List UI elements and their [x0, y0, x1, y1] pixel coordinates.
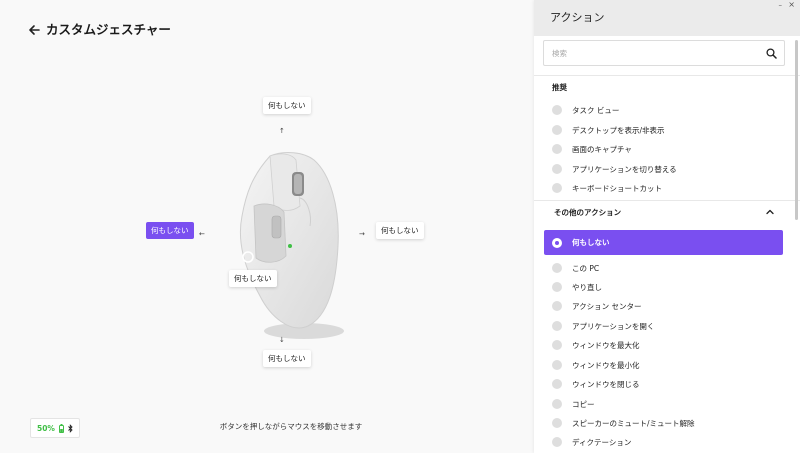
- radio-icon: [552, 282, 562, 292]
- scrollbar[interactable]: [795, 40, 798, 220]
- action-item-label: ウィンドウを最小化: [572, 360, 640, 370]
- action-item[interactable]: アプリケーションを切り替える: [548, 160, 784, 178]
- action-item-label: やり直し: [572, 282, 602, 292]
- radio-icon: [552, 125, 562, 135]
- search-input[interactable]: [544, 41, 754, 66]
- radio-selected-icon: [552, 237, 562, 248]
- arrow-left-icon: ←: [199, 230, 205, 238]
- panel-title: アクション: [550, 11, 605, 24]
- radio-icon: [552, 263, 562, 273]
- chevron-up-icon[interactable]: [765, 207, 775, 217]
- action-item-label: デスクトップを表示/非表示: [572, 125, 665, 135]
- divider: [534, 200, 800, 201]
- action-item-label: コピー: [572, 399, 595, 409]
- search-icon[interactable]: [766, 48, 777, 59]
- radio-icon: [552, 418, 562, 428]
- panel-header: アクション – ×: [534, 0, 800, 36]
- action-item-label: 画面のキャプチャ: [572, 144, 632, 154]
- search-box: [543, 40, 785, 66]
- action-item[interactable]: 画面のキャプチャ: [548, 140, 784, 158]
- action-item[interactable]: タスク ビュー: [548, 101, 784, 119]
- mouse-illustration: [239, 152, 344, 339]
- arrow-right-icon: →: [359, 230, 365, 238]
- radio-icon: [552, 321, 562, 331]
- action-item[interactable]: ウィンドウを閉じる: [548, 375, 784, 393]
- radio-icon: [552, 183, 562, 193]
- action-item-label: スピーカーのミュート/ミュート解除: [572, 418, 695, 428]
- radio-icon: [552, 379, 562, 389]
- back-arrow-icon[interactable]: [26, 22, 42, 38]
- divider: [534, 75, 800, 76]
- action-item-label: ウィンドウを閉じる: [572, 379, 640, 389]
- radio-icon: [552, 301, 562, 311]
- gesture-left-button[interactable]: 何もしない: [146, 222, 194, 239]
- action-item-label: アプリケーションを開く: [572, 321, 655, 331]
- action-item[interactable]: アプリケーションを開く: [548, 317, 784, 335]
- action-item[interactable]: コピー: [548, 395, 784, 413]
- action-item[interactable]: デスクトップを表示/非表示: [548, 121, 784, 139]
- gesture-down-button[interactable]: 何もしない: [263, 350, 311, 367]
- radio-icon: [552, 105, 562, 115]
- radio-icon: [552, 340, 562, 350]
- instruction-text: ボタンを押しながらマウスを移動させます: [219, 422, 363, 431]
- arrow-up-icon: ↑: [279, 127, 285, 135]
- gesture-editor-pane: カスタムジェスチャー 何もしない ↑ 何もしない ← → 何もしない ↓ 何もし…: [0, 0, 534, 453]
- radio-icon: [552, 437, 562, 447]
- action-item[interactable]: キーボードショートカット: [548, 179, 784, 197]
- action-item-label: キーボードショートカット: [572, 183, 662, 193]
- radio-icon: [552, 360, 562, 370]
- action-item-label: この PC: [572, 263, 600, 273]
- action-item[interactable]: スピーカーのミュート/ミュート解除: [548, 414, 784, 432]
- action-item-label: アクション センター: [572, 301, 642, 311]
- action-item[interactable]: この PC: [548, 259, 784, 277]
- close-icon[interactable]: ×: [788, 0, 795, 9]
- radio-icon: [552, 164, 562, 174]
- action-item-label: タスク ビュー: [572, 105, 620, 115]
- action-item-selected[interactable]: 何もしない: [544, 230, 783, 255]
- action-item[interactable]: ディクテーション: [548, 433, 784, 451]
- action-item-label: 何もしない: [572, 238, 610, 247]
- radio-icon: [552, 399, 562, 409]
- action-item-label: ウィンドウを最大化: [572, 340, 640, 350]
- page-title: カスタムジェスチャー: [46, 22, 171, 37]
- minimize-icon[interactable]: –: [779, 1, 783, 9]
- gesture-up-button[interactable]: 何もしない: [263, 97, 311, 114]
- radio-icon: [552, 144, 562, 154]
- action-item[interactable]: ウィンドウを最小化: [548, 356, 784, 374]
- action-item-label: アプリケーションを切り替える: [572, 164, 677, 174]
- other-actions-heading: その他のアクション: [554, 208, 622, 217]
- gesture-center-button[interactable]: 何もしない: [229, 270, 277, 287]
- action-item[interactable]: ウィンドウを最大化: [548, 336, 784, 354]
- action-item[interactable]: アクション センター: [548, 297, 784, 315]
- gesture-right-button[interactable]: 何もしない: [376, 222, 424, 239]
- action-item-label: ディクテーション: [572, 437, 632, 447]
- recommended-heading: 推奨: [552, 83, 567, 92]
- action-item[interactable]: やり直し: [548, 278, 784, 296]
- actions-panel: アクション – × 推奨 タスク ビュー デスクトップを表示/非表示 画面のキャ…: [534, 0, 800, 453]
